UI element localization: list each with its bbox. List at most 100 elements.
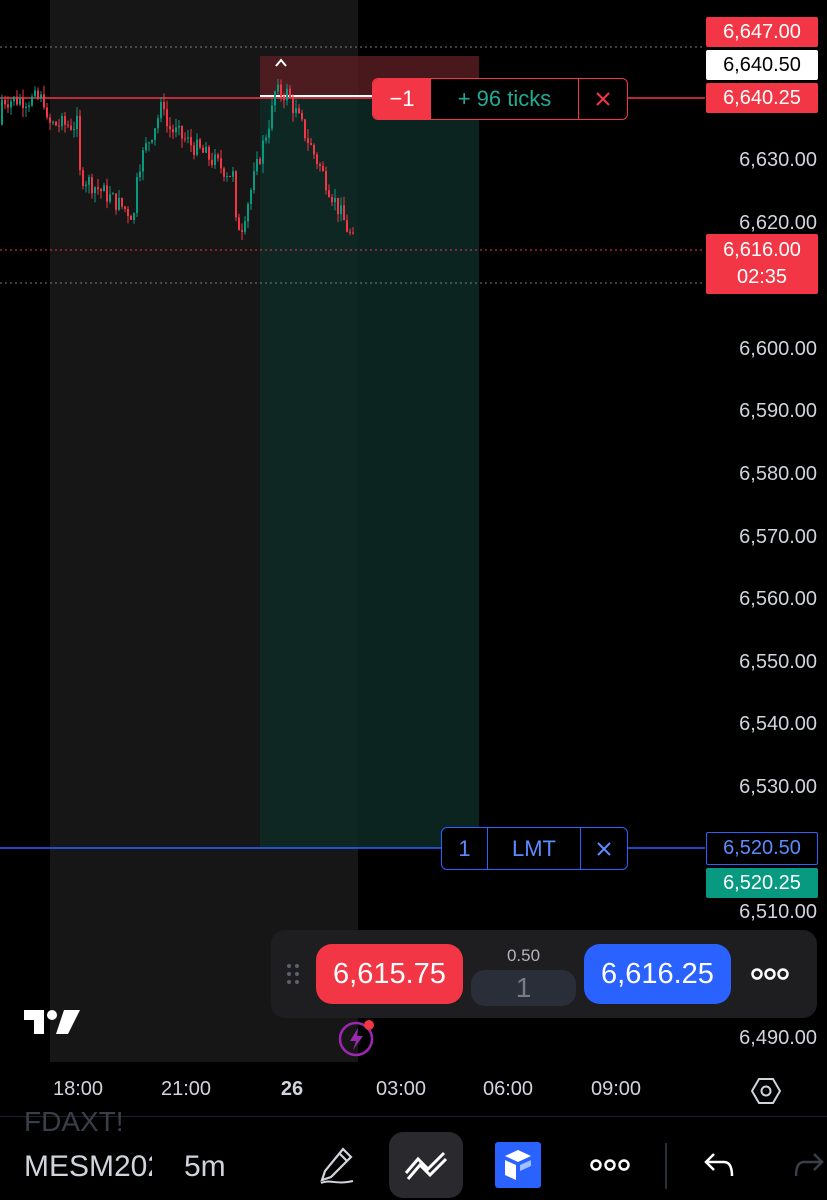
candle-body [175,127,177,133]
candle-body [118,197,120,210]
candle-body [199,139,201,148]
candle-body [244,221,246,232]
candle-body [295,108,297,114]
price-label: 6,540.00 [739,713,817,735]
candle-body [187,137,189,139]
ask-price-tag: 6,520.25 [706,868,818,898]
tradingview-logo-icon[interactable] [22,1006,82,1038]
price-label: 6,590.00 [739,400,817,422]
candle-body [31,96,33,106]
candle-body [337,197,339,215]
candle-body [322,165,324,172]
candle-body [55,121,57,126]
flash-icon[interactable] [336,1018,376,1058]
candle-body [115,193,117,210]
drawing-tools-button[interactable] [300,1132,374,1198]
candle-body [259,158,261,164]
price-label: 6,620.00 [739,212,817,234]
candle-body [16,96,18,105]
time-label: 06:00 [482,1078,534,1100]
candle-body [7,104,9,108]
redo-button[interactable] [778,1132,827,1198]
undo-button[interactable] [682,1132,756,1198]
close-icon[interactable] [581,828,627,869]
candle-body [1,99,3,125]
candle-body [247,204,249,222]
last-price-value: 6,616.00 [723,239,801,261]
interval-button[interactable]: 5m [184,1150,226,1184]
candle-body [289,88,291,98]
spread-value: 0.50 [506,946,541,965]
sell-button[interactable]: 6,615.75 [316,944,463,1004]
more-icon [590,1159,630,1171]
candle-body [145,143,147,151]
candle-body [103,185,105,192]
candle-body [70,125,72,130]
close-icon[interactable] [579,79,627,119]
candle-body [250,190,252,205]
position-qty[interactable]: −1 [373,79,431,119]
candle-body [28,105,30,107]
candle-body [25,106,27,109]
candle-body [346,220,348,232]
price-label: 6,510.00 [739,901,817,923]
quantity-input[interactable]: 1 [471,970,576,1006]
undo-icon [704,1153,734,1177]
candle-body [61,116,63,127]
candle-body [316,154,318,165]
candle-body [310,143,312,145]
candle-body [271,105,273,129]
candle-body [202,147,204,153]
candle-body [304,119,306,139]
candle-body [307,138,309,144]
candle-body [313,144,315,155]
candle-body [232,171,234,177]
candle-body [109,194,111,202]
chart-area[interactable]: 6,630.00 6,620.00 6,600.00 6,590.00 6,58… [0,0,827,1120]
last-price-tag: 6,616.00 02:35 [706,234,818,294]
candle-body [166,109,168,127]
candle-body [106,185,108,202]
candle-body [208,146,210,160]
candle-body [253,171,255,191]
candle-body [241,230,243,232]
candle-body [229,175,231,177]
candle-body [298,108,300,114]
limit-price-tag: 6,520.50 [706,832,818,865]
buy-button[interactable]: 6,616.25 [584,944,731,1004]
candle-body [112,193,114,195]
candle-body [238,217,240,231]
time-label: 09:00 [590,1078,642,1100]
drag-handle-icon[interactable] [285,962,301,986]
candle-body [178,125,180,128]
trading-panel-button[interactable] [481,1132,555,1198]
position-pnl[interactable]: + 96 ticks [431,79,579,119]
candle-body [73,128,75,130]
position-order-label[interactable]: −1 + 96 ticks [372,78,628,120]
candle-body [283,96,285,101]
candle-body [154,128,156,141]
candle-body [334,197,336,203]
candle-body [274,91,276,106]
settings-icon[interactable] [751,1076,781,1106]
more-button[interactable] [573,1132,647,1198]
limit-order-label[interactable]: 1 LMT [441,827,628,870]
more-icon[interactable] [745,960,795,988]
candle-body [148,142,150,144]
chart-type-button[interactable] [389,1132,463,1198]
candle-body [226,175,228,177]
candle-body [97,187,99,190]
symbol-button[interactable]: MESM2025 [24,1150,152,1184]
candle-body [331,196,333,203]
candle-body [76,115,78,129]
candle-body [79,115,81,171]
high-price-tag: 6,647.00 [706,17,818,47]
candle-body [223,168,225,177]
limit-order-type[interactable]: LMT [488,828,581,869]
limit-order-qty[interactable]: 1 [442,828,488,869]
candle-body [160,101,162,119]
time-label: 21:00 [160,1078,212,1100]
candle-body [319,164,321,166]
candle-body [124,206,126,209]
toolbar-divider [665,1143,667,1189]
